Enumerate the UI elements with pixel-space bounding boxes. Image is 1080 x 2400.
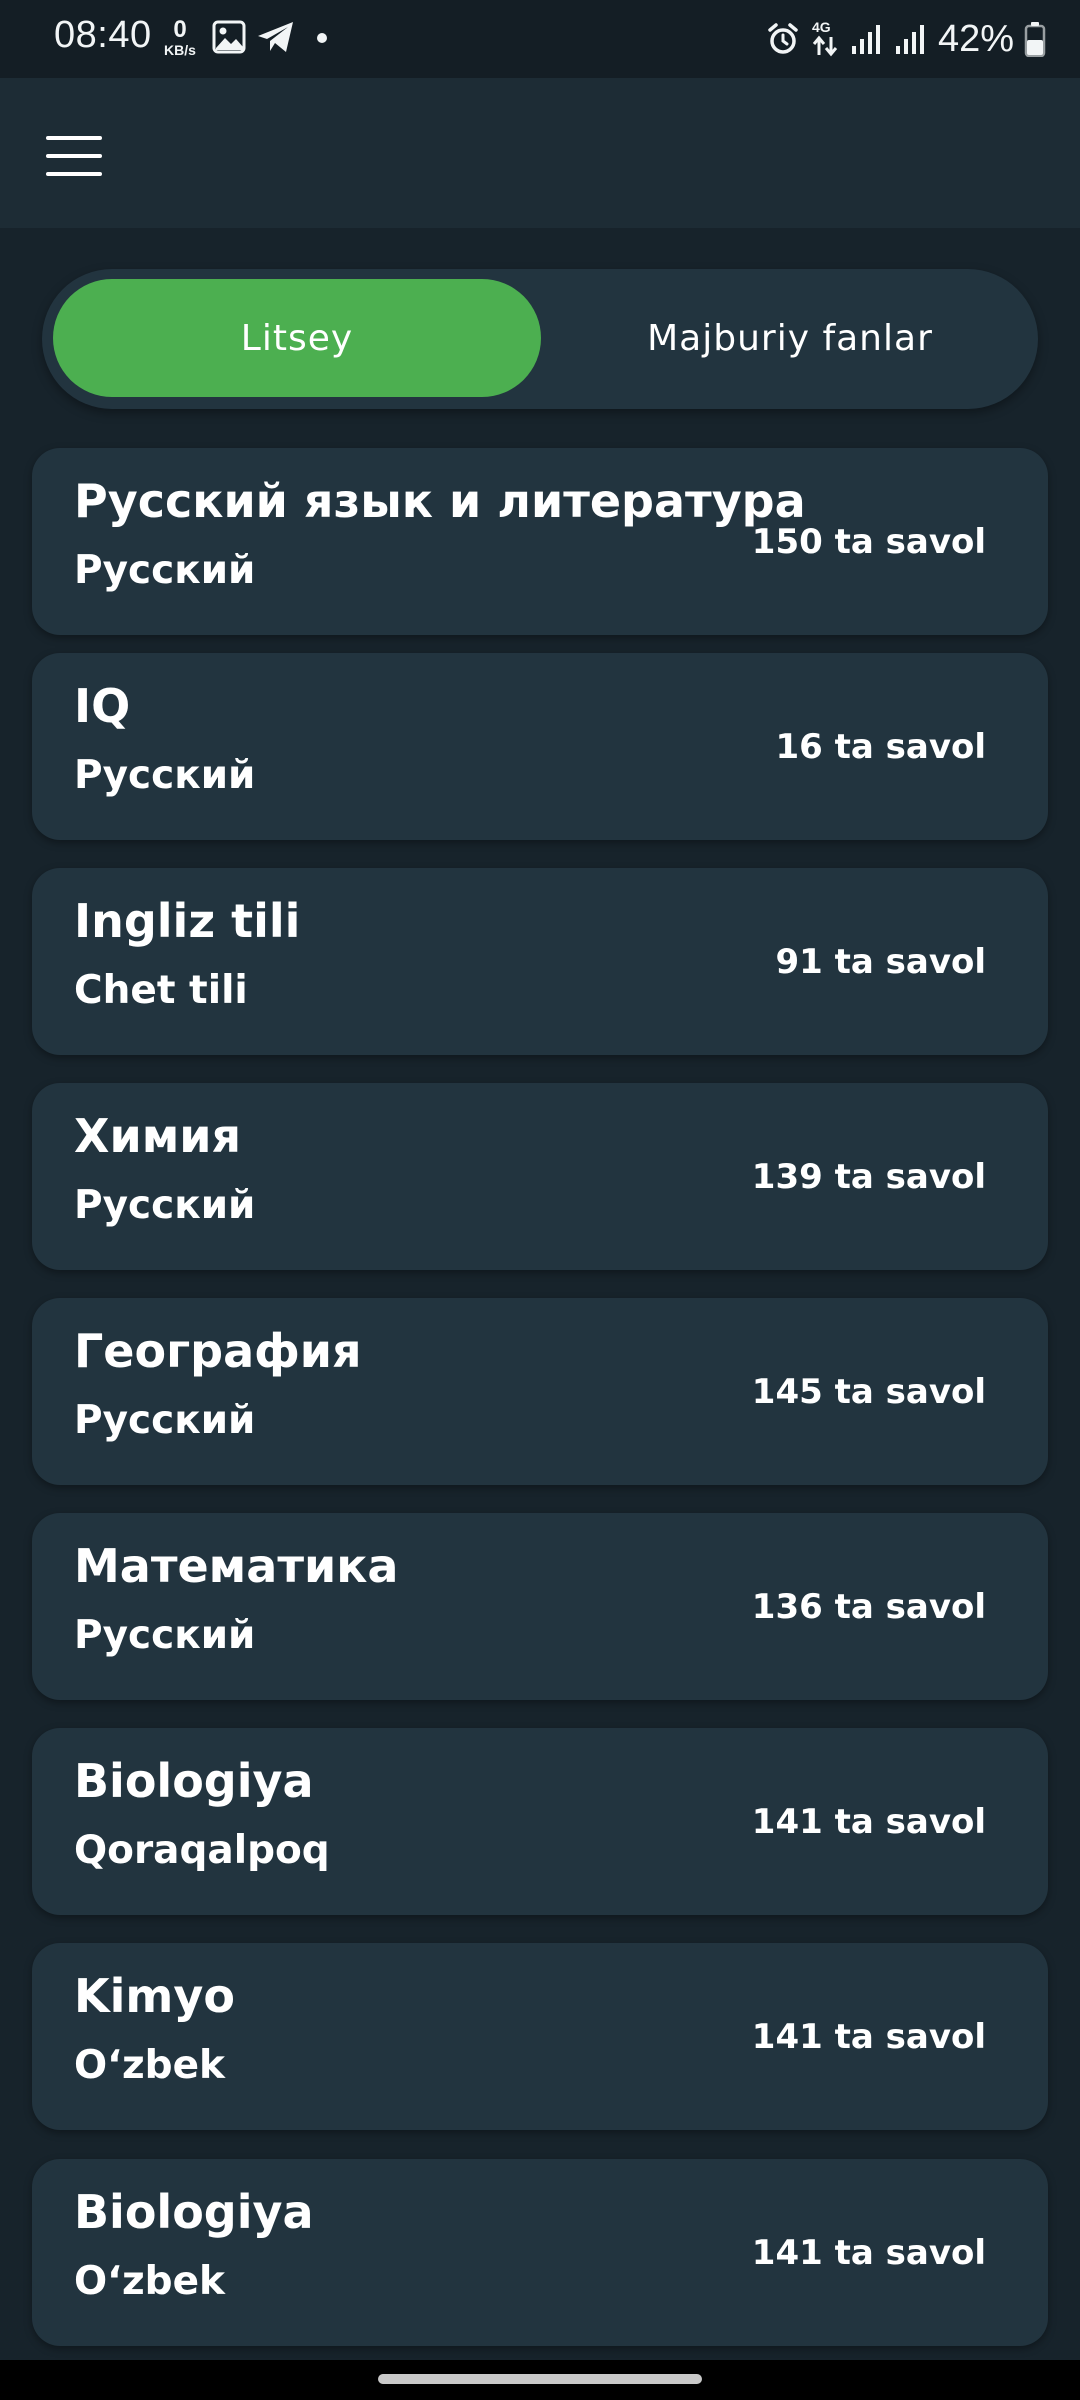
subject-card[interactable]: Химия Русский 139 ta savol [32,1083,1048,1270]
hamburger-menu-icon[interactable] [46,136,102,176]
gallery-icon [212,20,246,54]
question-count: 145 ta savol [751,1371,986,1412]
tab-litsey[interactable]: Litsey [53,279,541,397]
subject-language: Русский [74,548,256,593]
question-count: 91 ta savol [775,941,986,982]
subject-card[interactable]: Kimyo O‘zbek 141 ta savol [32,1943,1048,2130]
status-bar: 08:40 0 KB/s 4G 42% [0,0,1080,78]
status-time: 08:40 [54,14,152,56]
network-type: 4G [811,19,831,35]
subject-title: Химия [74,1109,242,1163]
subject-title: Kimyo [74,1969,235,2023]
subject-title: Математика [74,1539,399,1593]
subject-card[interactable]: Математика Русский 136 ta savol [32,1513,1048,1700]
alarm-icon [768,23,798,54]
dot-icon [317,33,327,43]
subject-title: Biologiya [74,1754,314,1808]
subject-title: Biologiya [74,2185,314,2239]
subject-language: Chet tili [74,968,248,1013]
subject-card[interactable]: IQ Русский 16 ta savol [32,653,1048,840]
subject-title: IQ [74,679,131,733]
network-speed-value: 0 [173,16,187,43]
app-bar [0,78,1080,228]
question-count: 139 ta savol [751,1156,986,1197]
tab-majburiy-fanlar[interactable]: Majburiy fanlar [552,279,1028,397]
signal-icon-2 [895,25,924,54]
subject-title: Русский язык и литература [74,474,806,528]
subject-card[interactable]: Biologiya O‘zbek 141 ta savol [32,2159,1048,2346]
subject-language: O‘zbek [74,2259,225,2304]
network-speed: 0 KB/s [158,16,202,58]
subject-language: Qoraqalpoq [74,1828,330,1873]
subject-card[interactable]: География Русский 145 ta savol [32,1298,1048,1485]
question-count: 150 ta savol [751,521,986,562]
subject-language: Русский [74,1613,256,1658]
subject-language: Русский [74,753,256,798]
question-count: 141 ta savol [751,2016,986,2057]
subject-title: География [74,1324,362,1378]
question-count: 141 ta savol [751,2232,986,2273]
network-speed-unit: KB/s [164,42,196,58]
question-count: 141 ta savol [751,1801,986,1842]
navigation-bar [0,2360,1080,2400]
subject-language: Русский [74,1183,256,1228]
subject-title: Ingliz tili [74,894,301,948]
subject-language: O‘zbek [74,2043,225,2088]
battery-icon [1024,22,1046,57]
telegram-icon [258,22,293,52]
subject-card[interactable]: Ingliz tili Chet tili 91 ta savol [32,868,1048,1055]
signal-icon [851,25,880,54]
question-count: 16 ta savol [775,726,986,767]
battery-percent: 42% [937,17,1014,60]
home-gesture-handle[interactable] [378,2374,702,2384]
subject-language: Русский [74,1398,256,1443]
subject-card[interactable]: Biologiya Qoraqalpoq 141 ta savol [32,1728,1048,1915]
status-right-group: 4G 42% [766,14,1046,64]
category-tabs: Litsey Majburiy fanlar [42,269,1038,409]
question-count: 136 ta savol [751,1586,986,1627]
data-arrows-icon: 4G [810,19,840,59]
subject-card[interactable]: Русский язык и литература Русский 150 ta… [32,448,1048,635]
